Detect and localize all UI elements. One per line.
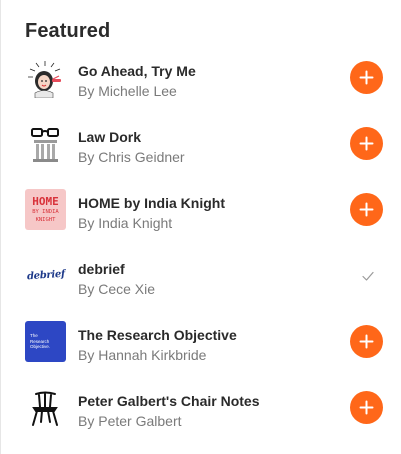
portrait-illustration-icon bbox=[25, 57, 66, 98]
plus-icon bbox=[359, 334, 374, 349]
wordmark-text: debrief bbox=[26, 268, 65, 283]
publication-row[interactable]: HOME BY INDIA KNIGHT HOME by India Knigh… bbox=[1, 181, 401, 247]
plus-icon bbox=[359, 202, 374, 217]
publication-row[interactable]: The Research Objective. The Research Obj… bbox=[1, 313, 401, 379]
chair-icon bbox=[25, 387, 66, 428]
publication-author: By India Knight bbox=[78, 215, 173, 231]
logo-text: The Research Objective. bbox=[30, 333, 51, 350]
publication-title[interactable]: Go Ahead, Try Me bbox=[78, 63, 196, 79]
publication-row[interactable]: Peter Galbert's Chair Notes By Peter Gal… bbox=[1, 379, 401, 445]
publication-row[interactable]: debrief debrief By Cece Xie bbox=[1, 247, 401, 313]
featured-heading: Featured bbox=[25, 20, 111, 42]
plus-icon bbox=[359, 70, 374, 85]
publication-author: By Chris Geidner bbox=[78, 149, 185, 165]
publication-title[interactable]: debrief bbox=[78, 261, 125, 277]
glasses-column-icon bbox=[25, 123, 66, 164]
home-text-logo: HOME BY INDIA KNIGHT bbox=[25, 189, 66, 230]
debrief-wordmark: debrief bbox=[25, 255, 66, 296]
publication-list: Go Ahead, Try Me By Michelle Lee Law Dor… bbox=[1, 49, 401, 445]
publication-author: By Peter Galbert bbox=[78, 413, 182, 429]
publication-title[interactable]: Peter Galbert's Chair Notes bbox=[78, 393, 260, 409]
subscribe-button[interactable] bbox=[350, 61, 383, 94]
subscribe-button[interactable] bbox=[350, 391, 383, 424]
research-objective-logo: The Research Objective. bbox=[25, 321, 66, 362]
logo-line: KNIGHT bbox=[35, 216, 56, 223]
publication-title[interactable]: The Research Objective bbox=[78, 327, 237, 343]
plus-icon bbox=[359, 400, 374, 415]
publication-row[interactable]: Law Dork By Chris Geidner bbox=[1, 115, 401, 181]
publication-author: By Hannah Kirkbride bbox=[78, 347, 207, 363]
logo-line: BY INDIA bbox=[32, 209, 59, 215]
publication-title[interactable]: HOME by India Knight bbox=[78, 195, 225, 211]
plus-icon bbox=[359, 136, 374, 151]
publication-author: By Michelle Lee bbox=[78, 83, 177, 99]
publication-author: By Cece Xie bbox=[78, 281, 156, 297]
subscribe-button[interactable] bbox=[350, 325, 383, 358]
subscribed-check-icon[interactable] bbox=[360, 268, 376, 284]
subscribe-button[interactable] bbox=[350, 193, 383, 226]
publication-title[interactable]: Law Dork bbox=[78, 129, 141, 145]
logo-line: HOME bbox=[32, 195, 59, 208]
subscribe-button[interactable] bbox=[350, 127, 383, 160]
publication-row[interactable]: Go Ahead, Try Me By Michelle Lee bbox=[1, 49, 401, 115]
featured-panel: Featured Go Ahead, Try Me By Michelle Le… bbox=[0, 0, 401, 454]
